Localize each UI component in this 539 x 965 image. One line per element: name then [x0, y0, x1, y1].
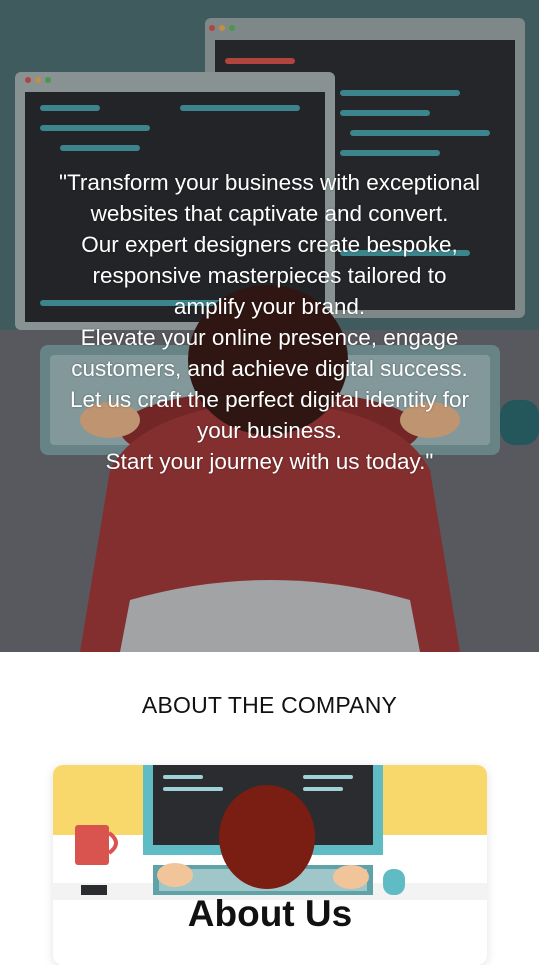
hero-quote-line: your business. [196, 418, 343, 443]
hero-section: "Transform your business with exceptiona… [0, 0, 539, 652]
hero-quote-line: Elevate your online presence, engage [80, 325, 459, 350]
hero-quote-line: Let us craft the perfect digital identit… [70, 387, 469, 412]
hero-quote-line: amplify your brand. [173, 294, 366, 319]
hero-quote-line: "Transform your business with exceptiona… [58, 170, 481, 195]
developer-desk-illustration-icon [53, 765, 487, 900]
hero-quote-line: customers, and achieve digital success. [71, 356, 468, 381]
hero-quote-line: Our expert designers create bespoke, [81, 232, 458, 257]
about-section-heading: ABOUT THE COMPANY [141, 692, 398, 718]
about-card-title: About Us [187, 893, 353, 934]
hero-quote: "Transform your business with exceptiona… [0, 167, 539, 477]
about-card[interactable]: About Us [53, 765, 487, 965]
hero-quote-line: responsive masterpieces tailored to [92, 263, 447, 288]
hero-quote-line: websites that captivate and convert. [90, 201, 449, 226]
hero-quote-line: Start your journey with us today." [105, 449, 434, 474]
